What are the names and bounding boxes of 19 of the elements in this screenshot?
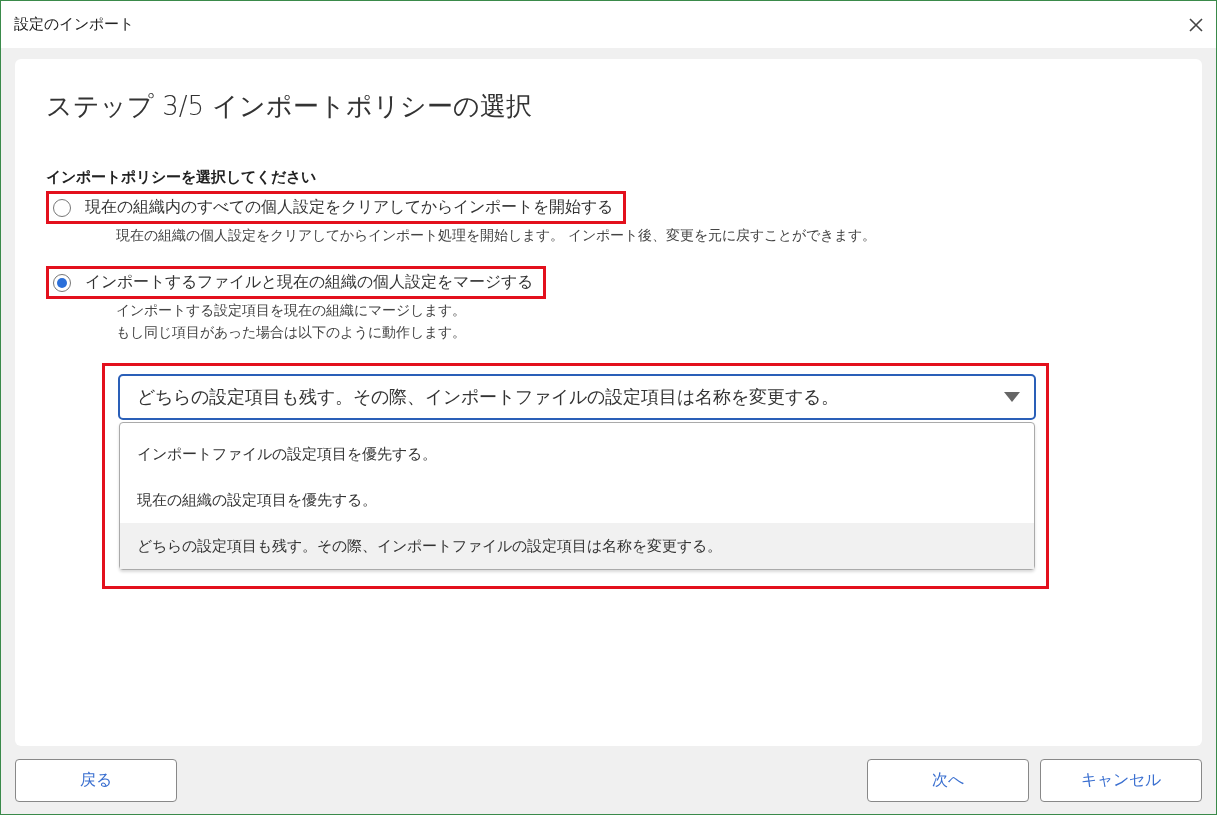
close-icon[interactable] [1188, 16, 1204, 33]
dropdown-option[interactable]: どちらの設定項目も残す。その際、インポートファイルの設定項目は名称を変更する。 [120, 523, 1034, 569]
dropdown-select[interactable]: どちらの設定項目も残す。その際、インポートファイルの設定項目は名称を変更する。 [118, 374, 1036, 420]
cancel-button[interactable]: キャンセル [1040, 758, 1202, 802]
back-button[interactable]: 戻る [15, 758, 177, 802]
dropdown-option[interactable]: 現在の組織の設定項目を優先する。 [120, 477, 1034, 523]
dropdown-option[interactable]: インポートファイルの設定項目を優先する。 [120, 431, 1034, 477]
option-description: もし同じ項目があった場合は以下のように動作します。 [116, 323, 467, 342]
option-label[interactable]: インポートするファイルと現在の組織の個人設定をマージする [85, 272, 533, 293]
option-label[interactable]: 現在の組織内のすべての個人設定をクリアしてからインポートを開始する [85, 197, 613, 218]
step-title: ステップ 3/5 インポートポリシーの選択 [46, 90, 534, 123]
radio-button[interactable] [53, 273, 71, 292]
option-description: インポートする設定項目を現在の組織にマージします。 [116, 301, 467, 320]
radio-button[interactable] [53, 198, 71, 217]
next-button[interactable]: 次へ [867, 758, 1029, 802]
window-title: 設定のインポート [14, 15, 134, 34]
section-label: インポートポリシーを選択してください [46, 168, 317, 187]
caret-icon [1004, 392, 1020, 402]
option-description: 現在の組織の個人設定をクリアしてからインポート処理を開始します。 インポート後、変更を元に戻すことができます。 [116, 226, 878, 245]
